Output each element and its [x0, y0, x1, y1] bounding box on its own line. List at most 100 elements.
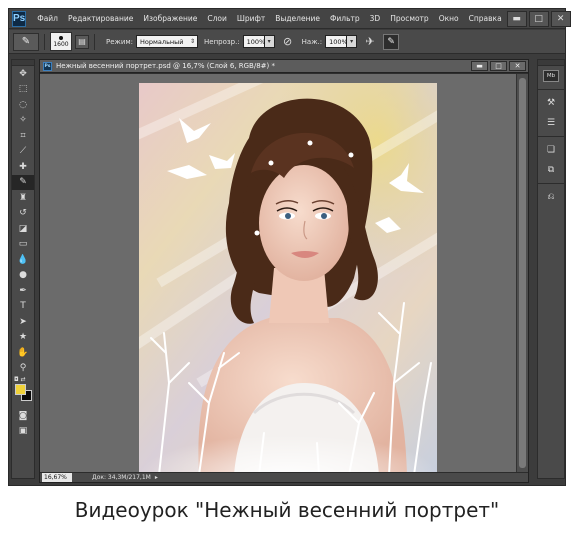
video-caption: Видеоурок "Нежный весенний портрет" [74, 498, 500, 522]
opacity-dropdown[interactable]: ▾ [264, 35, 275, 48]
menu-view[interactable]: Просмотр [385, 14, 434, 23]
doc-minimize-button[interactable]: ▬ [471, 61, 488, 71]
clone-stamp-icon[interactable]: ♜ [12, 190, 34, 206]
paths-icon: ⧉ [547, 165, 555, 175]
menu-help[interactable]: Справка [464, 14, 507, 23]
pen-icon[interactable]: ✒ [12, 283, 34, 299]
move-icon[interactable]: ✥ [12, 66, 34, 82]
brush-icon: ✎ [21, 36, 31, 47]
menu-filter[interactable]: Фильтр [325, 14, 365, 23]
history-button[interactable]: ⎌ [538, 187, 564, 207]
opacity-value: 100% [246, 37, 266, 46]
quick-select-icon[interactable]: ✧ [12, 113, 34, 129]
adjustments-icon: ⚒ [546, 98, 556, 108]
zoom-icon[interactable]: ⚲ [12, 361, 34, 377]
chevron-down-icon: ⇕ [190, 38, 196, 45]
default-colors-icon[interactable]: ◘ ⇄ [14, 376, 26, 383]
screen-mode-icon[interactable]: ▣ [12, 424, 34, 440]
brush-panel-toggle[interactable]: ▤ [75, 34, 89, 49]
chevron-right-icon[interactable]: ▸ [155, 474, 158, 481]
hand-icon[interactable]: ✋ [12, 345, 34, 361]
ps-document-icon: Ps [43, 61, 52, 71]
paths-button[interactable]: ⧉ [538, 160, 564, 180]
ps-logo: Ps [12, 10, 27, 27]
panel-dock: Mb ⚒ ☰ ❏ ⧉ ⎌ [537, 59, 565, 479]
menu-3d[interactable]: 3D [365, 14, 386, 23]
menu-window[interactable]: Окно [434, 14, 464, 23]
menu-items: Файл Редактирование Изображение Слои Шри… [32, 14, 506, 23]
menu-type[interactable]: Шрифт [232, 14, 270, 23]
gradient-icon[interactable]: ▭ [12, 237, 34, 253]
toolbox: ✥ ⬚ ◌ ✧ ⌗ ⟋ ✚ ✎ ♜ ↺ ◪ ▭ 💧 ● ✒ T ➤ ★ ✋ ⚲ … [11, 59, 35, 479]
dodge-icon[interactable]: ● [12, 268, 34, 284]
color-swatches: ◘ ⇄ [12, 376, 34, 404]
document-size-info: Док: 34,3M/217,1M [92, 474, 151, 481]
blend-mode-select[interactable]: Нормальный ⇕ [136, 35, 199, 48]
status-bar: 16,67% Док: 34,3M/217,1M ▸ [40, 472, 528, 482]
mini-bridge-button[interactable]: Mb [538, 66, 564, 86]
menu-image[interactable]: Изображение [138, 14, 202, 23]
minimize-button[interactable]: ▬ [506, 10, 527, 27]
tablet-pressure-size-toggle[interactable]: ✎ [383, 33, 400, 50]
artwork-image[interactable] [139, 83, 437, 475]
menu-layers[interactable]: Слои [202, 14, 232, 23]
eyedropper-icon[interactable]: ⟋ [12, 144, 34, 160]
maximize-button[interactable]: □ [528, 10, 549, 27]
blur-icon[interactable]: 💧 [12, 252, 34, 268]
foreground-color-swatch[interactable] [15, 384, 26, 395]
document-controls: ▬ □ ✕ [469, 61, 526, 71]
history-brush-icon[interactable]: ↺ [12, 206, 34, 222]
sliders-button[interactable]: ☰ [538, 113, 564, 133]
brush-panel-icon: ▤ [78, 37, 86, 46]
history-icon: ⎌ [547, 192, 555, 202]
portrait-artwork [139, 83, 437, 475]
close-button[interactable]: ✕ [550, 10, 571, 27]
type-icon[interactable]: T [12, 299, 34, 315]
eraser-icon[interactable]: ◪ [12, 221, 34, 237]
layers-button[interactable]: ❏ [538, 140, 564, 160]
brush-icon[interactable]: ✎ [12, 174, 34, 190]
menu-edit[interactable]: Редактирование [63, 14, 138, 23]
flow-input[interactable]: 100% [325, 35, 348, 48]
divider [538, 183, 564, 184]
menu-file[interactable]: Файл [32, 14, 63, 23]
shape-icon[interactable]: ★ [12, 330, 34, 346]
chevron-down-icon: ▾ [350, 38, 354, 45]
healing-icon[interactable]: ✚ [12, 159, 34, 175]
brush-tip-icon [59, 35, 63, 40]
lasso-icon[interactable]: ◌ [12, 97, 34, 113]
blend-mode-value: Нормальный [140, 37, 184, 46]
document-window: Ps Нежный весенний портрет.psd @ 16,7% (… [39, 59, 529, 483]
document-tab[interactable]: Ps Нежный весенний портрет.psd @ 16,7% (… [40, 60, 528, 73]
photoshop-window: Ps Файл Редактирование Изображение Слои … [8, 8, 571, 486]
menu-bar: Ps Файл Редактирование Изображение Слои … [9, 9, 571, 29]
crop-icon[interactable]: ⌗ [12, 128, 34, 144]
chevron-down-icon: ▾ [267, 38, 271, 45]
mini-bridge-icon: Mb [543, 70, 559, 82]
options-bar: ✎ 1600 ▤ Режим: Нормальный ⇕ Непрозр.: 1… [9, 30, 565, 54]
doc-close-button[interactable]: ✕ [509, 61, 526, 71]
tool-preset-picker[interactable]: ✎ [13, 32, 39, 51]
zoom-level-input[interactable]: 16,67% [42, 473, 72, 482]
brush-size-picker[interactable]: 1600 [50, 32, 72, 51]
airbrush-toggle[interactable]: ✈ [362, 34, 378, 50]
flow-dropdown[interactable]: ▾ [347, 35, 358, 48]
scrollbar-thumb[interactable] [519, 78, 526, 468]
brush-size-value: 1600 [53, 40, 69, 48]
divider [538, 136, 564, 137]
pressure-opacity-toggle[interactable]: ⊘ [280, 34, 296, 50]
marquee-icon[interactable]: ⬚ [12, 82, 34, 98]
doc-maximize-button[interactable]: □ [490, 61, 507, 71]
menu-select[interactable]: Выделение [270, 14, 325, 23]
path-select-icon[interactable]: ➤ [12, 314, 34, 330]
sliders-icon: ☰ [546, 118, 556, 128]
divider [538, 89, 564, 90]
quick-mask-icon[interactable]: ◙ [12, 408, 34, 424]
opacity-label: Непрозр.: [204, 37, 240, 46]
window-controls: ▬ □ ✕ [506, 10, 573, 27]
canvas-area[interactable] [40, 74, 518, 475]
vertical-scrollbar[interactable] [516, 74, 528, 474]
opacity-input[interactable]: 100% [242, 35, 266, 48]
airbrush-icon: ✈ [365, 35, 375, 48]
adjustments-button[interactable]: ⚒ [538, 93, 564, 113]
